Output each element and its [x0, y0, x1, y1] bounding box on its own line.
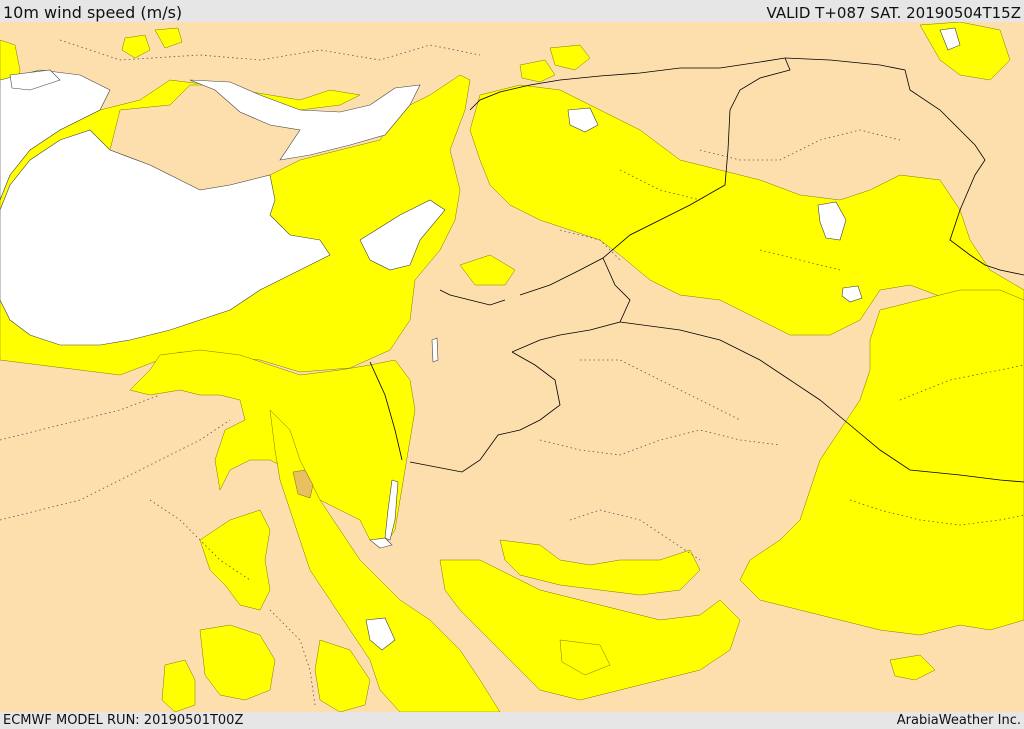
map-footer: ECMWF MODEL RUN: 20190501T00Z ArabiaWeat… — [0, 712, 1024, 729]
model-run: ECMWF MODEL RUN: 20190501T00Z — [3, 713, 244, 728]
wind-speed-map — [0, 22, 1024, 712]
map-title: 10m wind speed (m/s) — [3, 3, 183, 22]
credit: ArabiaWeather Inc. — [896, 713, 1021, 728]
valid-time: VALID T+087 SAT. 20190504T15Z — [766, 4, 1021, 22]
dead-sea — [431, 337, 439, 363]
map-header: 10m wind speed (m/s) VALID T+087 SAT. 20… — [0, 0, 1024, 22]
